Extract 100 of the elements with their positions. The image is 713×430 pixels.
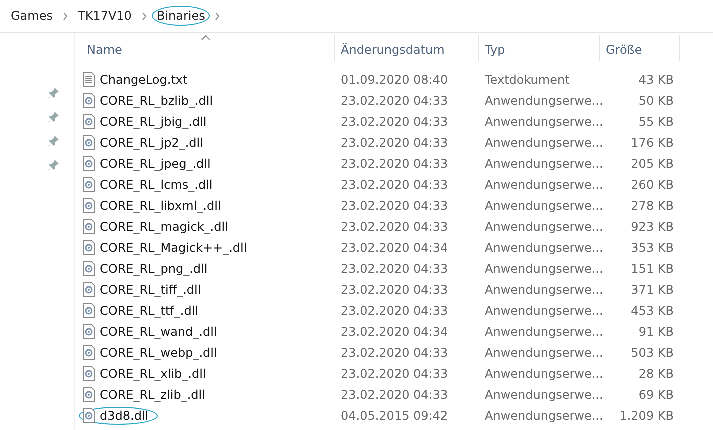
file-size: 176 KB	[630, 136, 675, 150]
pin-icon[interactable]	[48, 135, 60, 147]
file-name[interactable]: ChangeLog.txt	[79, 70, 197, 88]
gear-file-icon	[83, 135, 95, 150]
breadcrumb-item[interactable]: Games	[6, 6, 58, 26]
pin-icon[interactable]	[48, 111, 60, 123]
gear-file-icon	[83, 324, 95, 339]
modified-date: 04.05.2015 09:42	[340, 408, 450, 422]
modified-date: 23.02.2020 04:33	[340, 114, 450, 128]
file-size: 151 KB	[630, 262, 675, 276]
file-size: 55 KB	[638, 114, 675, 128]
chevron-icon[interactable]	[62, 12, 69, 20]
file-size: 91 KB	[638, 324, 675, 338]
file-type: Anwendungserwe...	[484, 178, 600, 192]
file-name[interactable]: CORE_RL_tiff_.dll	[79, 280, 210, 298]
file-name[interactable]: CORE_RL_Magick++_.dll	[79, 238, 256, 256]
file-type: Anwendungserwe...	[484, 114, 600, 128]
file-name[interactable]: CORE_RL_bzlib_.dll	[79, 92, 222, 110]
modified-date: 23.02.2020 04:33	[340, 198, 450, 212]
column-header[interactable]: Größe	[600, 35, 680, 61]
file-type: Anwendungserwe...	[484, 136, 600, 150]
file-name[interactable]: CORE_RL_lcms_.dll	[79, 176, 222, 194]
pin-icon[interactable]	[48, 159, 60, 171]
file-size: 371 KB	[630, 282, 675, 296]
modified-date: 23.02.2020 04:33	[340, 304, 450, 318]
gear-file-icon	[83, 261, 95, 276]
modified-date: 23.02.2020 04:33	[340, 156, 450, 170]
breadcrumb-item[interactable]: TK17V10	[72, 6, 137, 26]
file-name[interactable]: CORE_RL_jbig_.dll	[79, 112, 216, 130]
file-type: Anwendungserwe...	[484, 220, 600, 234]
file-type: Anwendungserwe...	[484, 408, 600, 422]
modified-date: 23.02.2020 04:34	[340, 324, 450, 338]
modified-date: 23.02.2020 04:33	[340, 262, 450, 276]
gear-file-icon	[83, 408, 95, 423]
file-name[interactable]: CORE_RL_jp2_.dll	[79, 134, 212, 152]
file-type: Anwendungserwe...	[484, 240, 600, 254]
column-header[interactable]: Typ	[479, 35, 600, 61]
gear-file-icon	[83, 282, 95, 297]
file-name[interactable]: CORE_RL_xlib_.dll	[79, 364, 216, 382]
file-name[interactable]: CORE_RL_ttf_.dll	[79, 302, 208, 320]
file-type: Anwendungserwe...	[484, 366, 600, 380]
file-name[interactable]: CORE_RL_libxml_.dll	[79, 196, 230, 214]
modified-date: 23.02.2020 04:33	[340, 178, 450, 192]
chevron-icon[interactable]	[214, 12, 222, 20]
gear-file-icon	[83, 198, 95, 213]
gear-file-icon	[83, 303, 95, 318]
file-type: Anwendungserwe...	[484, 262, 600, 276]
file-size: 1.209 KB	[618, 408, 675, 422]
modified-date: 23.02.2020 04:33	[340, 220, 450, 234]
modified-date: 23.02.2020 04:33	[340, 136, 450, 150]
gear-file-icon	[83, 240, 95, 255]
file-size: 205 KB	[630, 156, 675, 170]
gear-file-icon	[83, 366, 95, 381]
file-size: 43 KB	[638, 72, 675, 86]
file-type: Anwendungserwe...	[484, 346, 600, 360]
sort-caret-icon	[201, 35, 211, 41]
gear-file-icon	[83, 156, 95, 171]
file-size: 69 KB	[638, 388, 675, 402]
column-header[interactable]: Änderungsdatum	[335, 35, 479, 61]
file-size: 923 KB	[630, 220, 675, 234]
file-name[interactable]: CORE_RL_wand_.dll	[79, 322, 226, 340]
file-type: Anwendungserwe...	[484, 156, 600, 170]
modified-date: 23.02.2020 04:33	[340, 94, 450, 108]
file-size: 278 KB	[630, 198, 675, 212]
modified-date: 01.09.2020 08:40	[340, 72, 450, 86]
file-type: Anwendungserwe...	[484, 282, 600, 296]
file-size: 50 KB	[638, 94, 675, 108]
modified-date: 23.02.2020 04:33	[340, 346, 450, 360]
modified-date: 23.02.2020 04:33	[340, 366, 450, 380]
file-type: Textdokument	[484, 72, 571, 86]
file-name[interactable]: d3d8.dll	[79, 406, 158, 424]
gear-file-icon	[83, 219, 95, 234]
file-type: Anwendungserwe...	[484, 304, 600, 318]
file-size: 28 KB	[638, 366, 675, 380]
file-name[interactable]: CORE_RL_png_.dll	[79, 260, 217, 278]
file-name[interactable]: CORE_RL_webp_.dll	[79, 344, 226, 362]
modified-date: 23.02.2020 04:33	[340, 388, 450, 402]
column-header[interactable]: Name	[81, 35, 335, 61]
modified-date: 23.02.2020 04:33	[340, 282, 450, 296]
file-size: 453 KB	[630, 304, 675, 318]
file-size: 353 KB	[630, 240, 675, 254]
file-size: 503 KB	[630, 346, 675, 360]
file-type: Anwendungserwe...	[484, 198, 600, 212]
file-type: Anwendungserwe...	[484, 94, 600, 108]
file-size: 260 KB	[630, 178, 675, 192]
breadcrumb-item[interactable]: Binaries	[152, 6, 210, 26]
gear-file-icon	[83, 177, 95, 192]
file-name[interactable]: CORE_RL_magick_.dll	[79, 218, 238, 236]
file-type: Anwendungserwe...	[484, 388, 600, 402]
file-name[interactable]: CORE_RL_zlib_.dll	[79, 386, 214, 404]
gear-file-icon	[83, 387, 95, 402]
pin-icon[interactable]	[48, 87, 60, 99]
gear-file-icon	[83, 345, 95, 360]
gear-file-icon	[83, 93, 95, 108]
chevron-icon[interactable]	[140, 12, 148, 20]
modified-date: 23.02.2020 04:34	[340, 240, 450, 254]
file-name[interactable]: CORE_RL_jpeg_.dll	[79, 154, 220, 172]
gear-file-icon	[83, 114, 95, 129]
text-file-icon	[83, 72, 95, 87]
file-type: Anwendungserwe...	[484, 324, 600, 338]
